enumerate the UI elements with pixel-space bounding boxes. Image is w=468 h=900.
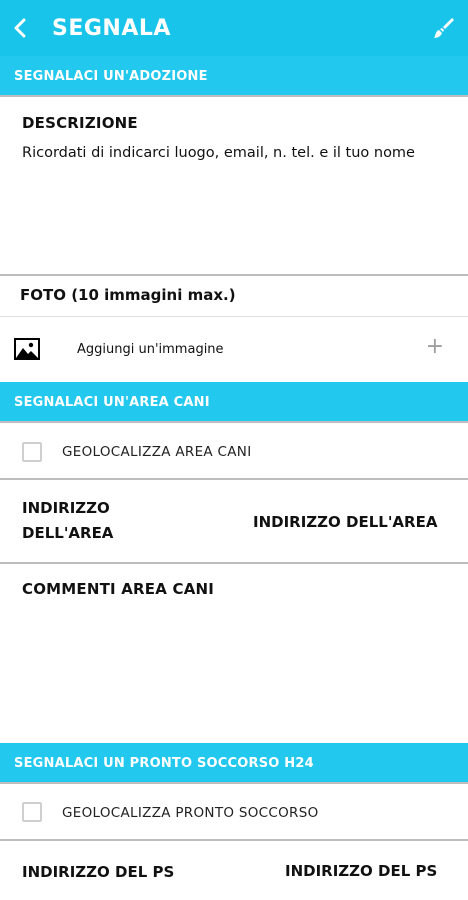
image-icon: [14, 338, 40, 360]
geolocate-first-aid-checkbox[interactable]: [22, 802, 42, 822]
divider: [0, 478, 468, 480]
divider: [0, 316, 468, 317]
dog-area-comments-input[interactable]: [0, 605, 468, 743]
first-aid-section-header: SEGNALACI UN PRONTO SOCCORSO H24: [0, 743, 468, 783]
clear-form-button[interactable]: [430, 14, 458, 42]
description-input[interactable]: Ricordati di indicarci luogo, email, n. …: [22, 143, 442, 163]
dog-area-section-header: SEGNALACI UN'AREA CANI: [0, 382, 468, 422]
divider: [0, 839, 468, 841]
area-address-input[interactable]: INDIRIZZO DELL'AREA: [253, 513, 437, 531]
chevron-left-icon: [14, 18, 26, 38]
adoption-section-header: SEGNALACI UN'ADOZIONE: [0, 56, 468, 96]
geolocate-first-aid-label: GEOLOCALIZZA PRONTO SOCCORSO: [62, 805, 319, 821]
add-image-label: Aggiungi un'immagine: [77, 342, 224, 357]
geolocate-area-checkbox[interactable]: [22, 442, 42, 462]
first-aid-address-input[interactable]: INDIRIZZO DEL PS: [285, 862, 437, 880]
add-image-row[interactable]: Aggiungi un'immagine +: [0, 318, 468, 382]
first-aid-address-label: INDIRIZZO DEL PS: [22, 863, 175, 881]
app-bar: SEGNALA: [0, 0, 468, 56]
page-title: SEGNALA: [52, 15, 171, 41]
geolocate-area-label: GEOLOCALIZZA AREA CANI: [62, 444, 252, 460]
divider: [0, 562, 468, 564]
area-address-label-line2: DELL'AREA: [22, 524, 114, 542]
area-address-label-line1: INDIRIZZO: [22, 499, 110, 517]
divider: [0, 274, 468, 276]
area-address-label: INDIRIZZO DELL'AREA: [22, 496, 113, 546]
divider: [0, 782, 468, 784]
add-icon[interactable]: +: [426, 334, 444, 359]
dog-area-comments-label: COMMENTI AREA CANI: [22, 580, 215, 598]
photo-label: FOTO (10 immagini max.): [20, 286, 236, 304]
divider: [0, 95, 468, 97]
description-label: DESCRIZIONE: [22, 114, 138, 132]
brush-icon: [434, 18, 454, 38]
divider: [0, 421, 468, 423]
back-button[interactable]: [0, 0, 40, 56]
